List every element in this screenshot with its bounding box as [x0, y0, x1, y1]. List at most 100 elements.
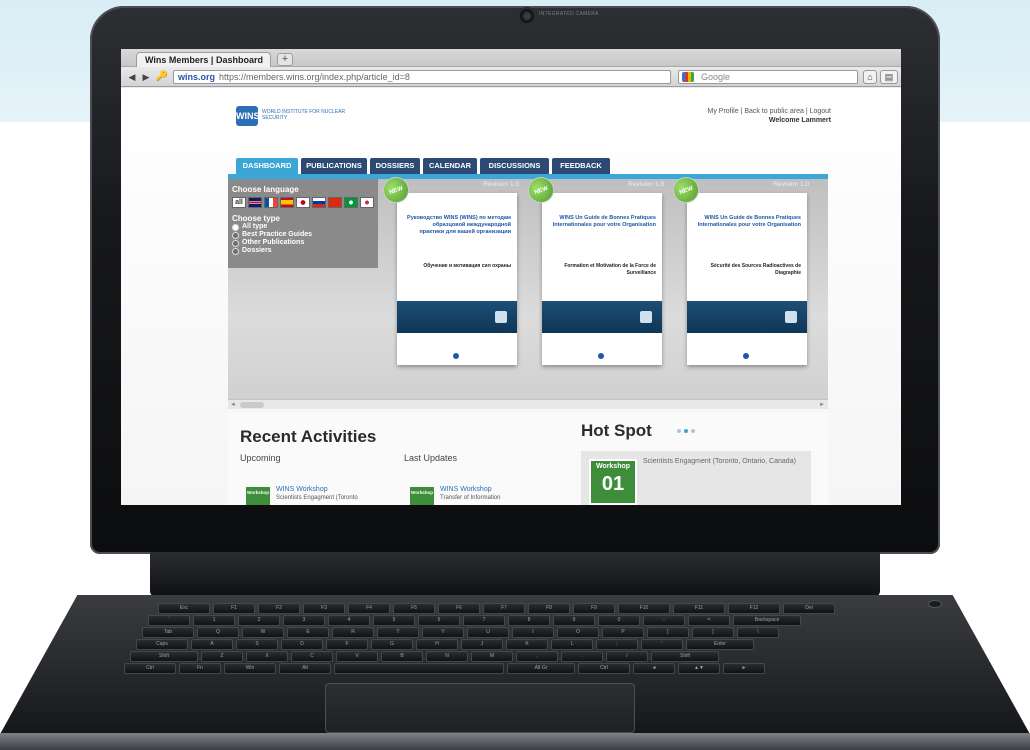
keyboard-key: D	[281, 639, 323, 650]
keyboard-key: Backspace	[733, 615, 801, 626]
account-links[interactable]: My Profile | Back to public area | Logou…	[641, 107, 831, 116]
scroll-right-icon[interactable]: ►	[819, 400, 825, 410]
last-update-subtitle: Transfer of Information	[440, 495, 501, 501]
publication-card[interactable]: Revision 1.0 WINS Un Guide de Bonnes Pra…	[669, 173, 809, 389]
keyboard-row: Shift Z X C V B N M,. / Shift	[130, 651, 719, 662]
tab-discussions[interactable]: DISCUSSIONS	[480, 158, 549, 174]
flag-fr-icon[interactable]	[264, 197, 278, 208]
keyboard: Esc F1 F2 F3 F4 F5 F6 F7 F8 F9 F10 F11 F12 Del ` 1 2 3 4 5 6…	[124, 603, 900, 675]
back-arrow-icon[interactable]: ◀	[125, 70, 139, 84]
keyboard-key: ►	[723, 663, 765, 674]
publication-cover[interactable]: WINS Un Guide de Bonnes Pratiques Intern…	[542, 193, 662, 365]
recent-title: Recent Activities	[240, 427, 377, 446]
keyboard-key: N	[426, 651, 468, 662]
cover-subtitle: Sécurité des Sources Radioactives de Dia…	[710, 263, 801, 276]
keyboard-key: 1	[193, 615, 235, 626]
publication-card[interactable]: Revision 1.0 WINS Un Guide de Bonnes Pra…	[524, 173, 664, 389]
scroll-left-icon[interactable]: ◄	[230, 400, 236, 410]
pager-dot[interactable]	[677, 429, 681, 433]
forward-arrow-icon[interactable]: ▶	[139, 70, 153, 84]
keyboard-key: \	[737, 627, 779, 638]
type-option-dossiers[interactable]: Dossiers	[232, 247, 374, 255]
keyboard-key: ]	[692, 627, 734, 638]
keyboard-key: T	[377, 627, 419, 638]
main-nav: DASHBOARD PUBLICATIONS DOSSIERS CALENDAR…	[236, 158, 826, 174]
home-icon[interactable]: ⌂	[863, 70, 877, 84]
tab-dossiers[interactable]: DOSSIERS	[370, 158, 420, 174]
keyboard-key: F	[326, 639, 368, 650]
browser-nav-bar: ◀ ▶ 🔑 wins.org https://members.wins.org/i…	[121, 67, 901, 87]
hotspot-title: Hot Spot	[581, 421, 652, 440]
tab-publications[interactable]: PUBLICATIONS	[301, 158, 367, 174]
keyboard-key: .	[561, 651, 603, 662]
browser-tab[interactable]: Wins Members | Dashboard	[136, 52, 271, 67]
pager-dot[interactable]	[691, 429, 695, 433]
keyboard-key: ,	[516, 651, 558, 662]
keyboard-key: 6	[418, 615, 460, 626]
type-option-all[interactable]: All type	[232, 223, 374, 231]
type-option-guides[interactable]: Best Practice Guides	[232, 231, 374, 239]
flag-all[interactable]: all	[232, 197, 246, 208]
keyboard-key: K	[506, 639, 548, 650]
welcome-text: Welcome Lammert	[768, 117, 831, 124]
tab-feedback[interactable]: FEEDBACK	[552, 158, 610, 174]
keyboard-key: J	[461, 639, 503, 650]
keyboard-key: 0	[598, 615, 640, 626]
keyboard-key: Z	[201, 651, 243, 662]
language-title: Choose language	[232, 185, 299, 194]
flag-en-icon[interactable]	[248, 197, 262, 208]
keyboard-key: M	[471, 651, 513, 662]
keyboard-key: P	[602, 627, 644, 638]
laptop-screen: Wins Members | Dashboard + ◀ ▶ 🔑 wins.or…	[121, 49, 901, 505]
tab-dashboard[interactable]: DASHBOARD	[236, 158, 298, 174]
cover-band	[542, 301, 662, 333]
hotspot-card[interactable]: Workshop 01 Scientists Engagment (Toront…	[581, 451, 811, 505]
keyboard-key: U	[467, 627, 509, 638]
scrollbar-thumb[interactable]	[240, 402, 264, 408]
laptop: INTEGRATED CAMERA Wins Members | Dashboa…	[0, 0, 1030, 750]
flag-ru-icon[interactable]	[312, 197, 326, 208]
keyboard-key: /	[606, 651, 648, 662]
keyboard-key: G	[371, 639, 413, 650]
publication-cover[interactable]: WINS Un Guide de Bonnes Pratiques Intern…	[687, 193, 807, 365]
keyboard-key: =	[688, 615, 730, 626]
tab-calendar[interactable]: CALENDAR	[423, 158, 477, 174]
address-bar[interactable]: wins.org https://members.wins.org/index.p…	[173, 70, 671, 84]
keyboard-row: Ctrl Fn Win Alt Alt Gr Ctrl ◄ ▲▼ ►	[124, 663, 765, 674]
keyboard-key: Alt Gr	[507, 663, 575, 674]
keyboard-key: F2	[258, 603, 300, 614]
gallery-scrollbar[interactable]: ◄ ►	[228, 399, 828, 409]
url-text: https://members.wins.org/index.php/artic…	[219, 72, 410, 82]
hotspot-pager[interactable]	[677, 429, 695, 433]
upcoming-link[interactable]: WINS Workshop	[276, 486, 328, 494]
flag-jp-icon[interactable]	[296, 197, 310, 208]
pager-dot-active[interactable]	[684, 429, 688, 433]
type-option-other[interactable]: Other Publications	[232, 239, 374, 247]
web-page: WINS WORLD INSTITUTE FOR NUCLEAR SECURIT…	[121, 88, 901, 505]
url-domain: wins.org	[178, 72, 216, 82]
keyboard-key: Q	[197, 627, 239, 638]
flag-cn-icon[interactable]	[328, 197, 342, 208]
new-tab-button[interactable]: +	[277, 53, 293, 66]
flag-sa-icon[interactable]	[344, 197, 358, 208]
flag-es-icon[interactable]	[280, 197, 294, 208]
radio-icon	[232, 231, 239, 239]
last-update-link[interactable]: WINS Workshop	[440, 486, 492, 494]
flag-kr-icon[interactable]	[360, 197, 374, 208]
keyboard-key: I	[512, 627, 554, 638]
keyboard-key: F11	[673, 603, 725, 614]
language-flags: all	[232, 197, 374, 208]
bookmarks-icon[interactable]: ▤	[880, 70, 898, 84]
keyboard-key: 8	[508, 615, 550, 626]
publication-card[interactable]: Revision 1.0 Руководство WINS (WINS) по …	[379, 173, 519, 389]
laptop-hinge	[150, 552, 880, 597]
search-input[interactable]: Google	[678, 70, 858, 84]
search-placeholder: Google	[701, 72, 731, 82]
power-button-icon	[928, 600, 942, 608]
keyboard-key: F6	[438, 603, 480, 614]
last-updates-label: Last Updates	[404, 453, 458, 463]
webcam-icon	[520, 9, 534, 23]
publication-cover[interactable]: Руководство WINS (WINS) по методам образ…	[397, 193, 517, 365]
wins-logo[interactable]: WINS	[236, 106, 260, 126]
revision-label: Revision 1.0	[773, 181, 809, 188]
